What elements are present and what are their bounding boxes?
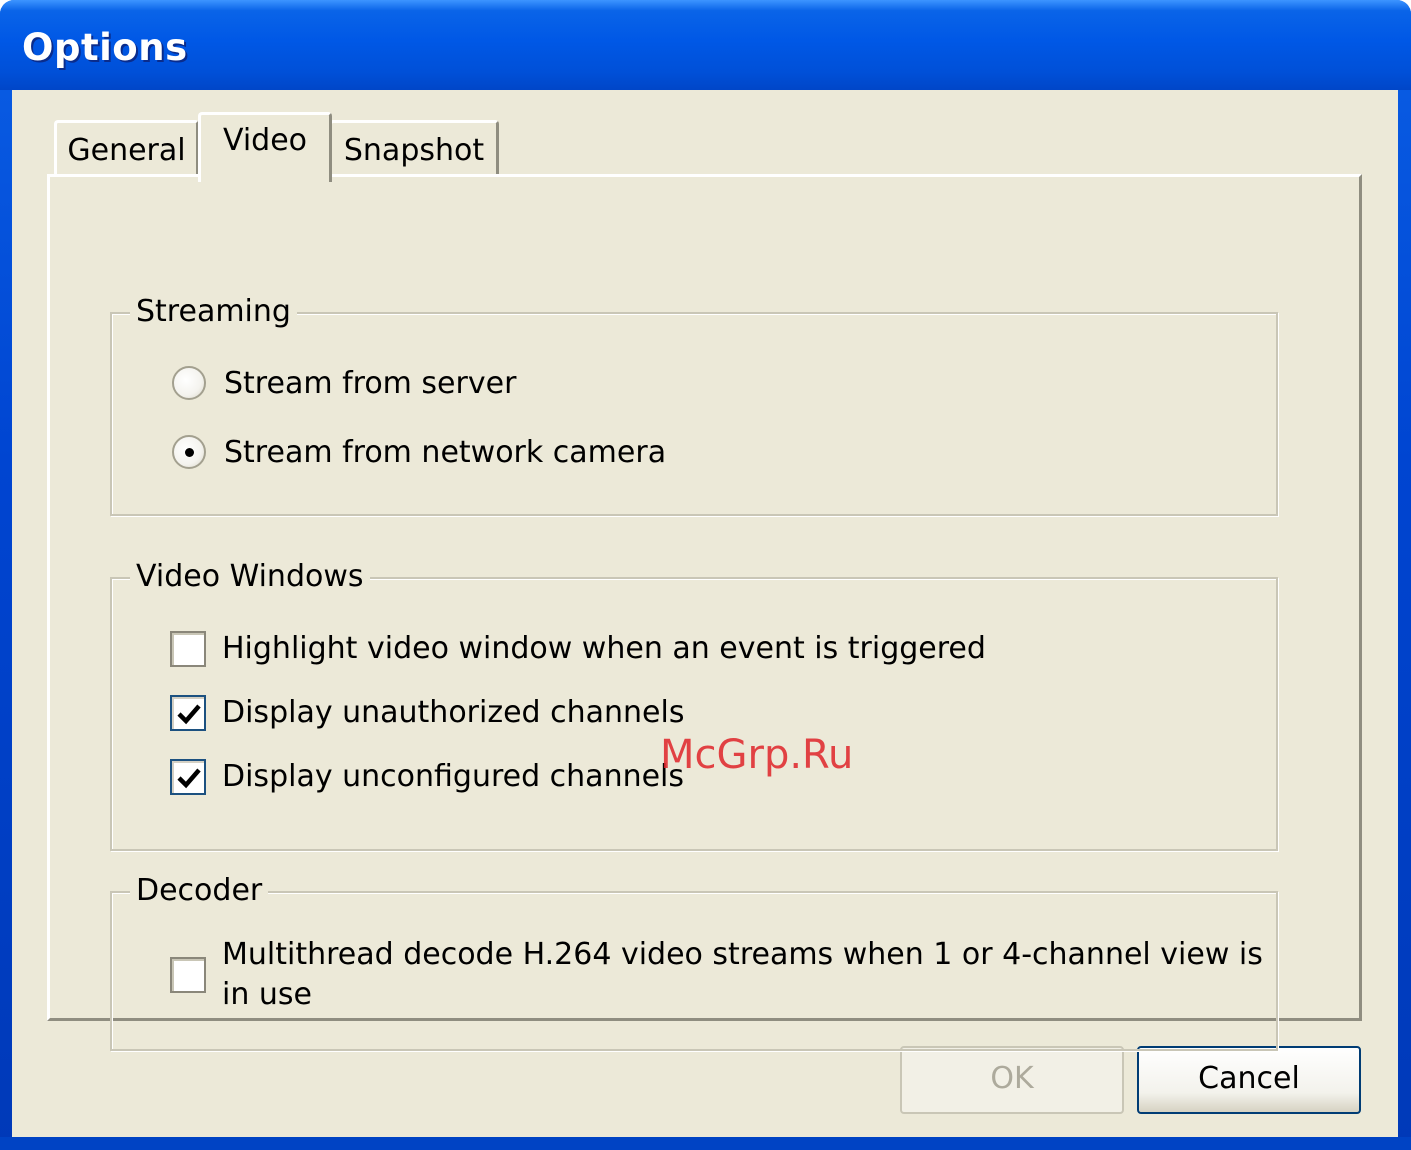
decoder-group: Decoder Multithread decode H.264 video s…: [110, 873, 1278, 1051]
tab-snapshot[interactable]: Snapshot: [329, 120, 499, 176]
radio-button-unselected[interactable]: [172, 366, 206, 400]
checkbox-checked[interactable]: [170, 695, 206, 731]
radio-dot-icon: [185, 448, 194, 457]
highlight-video-window-label: Highlight video window when an event is …: [222, 631, 986, 666]
checkbox-unchecked[interactable]: [170, 957, 206, 993]
tab-general[interactable]: General: [54, 120, 199, 176]
tab-video-label: Video: [222, 123, 308, 158]
tab-snapshot-label: Snapshot: [343, 133, 485, 168]
decoder-group-legend: Decoder: [130, 873, 269, 909]
multithread-decode-label-line2: in use: [222, 977, 312, 1012]
checkbox-checked[interactable]: [170, 759, 206, 795]
watermark: McGrp.Ru: [660, 732, 854, 778]
streaming-group: Streaming Stream from server Stream from…: [110, 294, 1278, 516]
checkbox-unchecked[interactable]: [170, 631, 206, 667]
video-tab-panel: Streaming Stream from server Stream from…: [47, 174, 1362, 1051]
multithread-decode-label-line1: Multithread decode H.264 video streams w…: [222, 937, 1263, 972]
stream-from-network-camera-label: Stream from network camera: [224, 435, 667, 470]
video-windows-group-legend: Video Windows: [130, 559, 370, 595]
dialog-client-area: General Snapshot Video Streaming Stream …: [12, 90, 1398, 1137]
window-title: Options: [22, 26, 188, 69]
checkmark-icon: [177, 768, 201, 789]
tab-general-label: General: [67, 133, 186, 168]
display-unauthorized-channels-label: Display unauthorized channels: [222, 695, 685, 730]
cancel-button[interactable]: Cancel: [1137, 1046, 1361, 1114]
options-dialog: Options General Snapshot Video Streaming…: [0, 0, 1411, 1150]
checkmark-icon: [177, 704, 201, 725]
tab-video[interactable]: Video: [198, 112, 332, 182]
video-windows-group: Video Windows Highlight video window whe…: [110, 559, 1278, 851]
streaming-group-legend: Streaming: [130, 294, 297, 330]
radio-button-selected[interactable]: [172, 435, 206, 469]
window-frame-bottom: [0, 1137, 1411, 1150]
title-bar[interactable]: Options: [0, 0, 1411, 90]
display-unconfigured-channels-label: Display unconfigured channels: [222, 759, 685, 794]
multithread-decode-checkbox[interactable]: Multithread decode H.264 video streams w…: [170, 935, 1263, 1015]
ok-button[interactable]: OK: [900, 1046, 1124, 1114]
stream-from-server-label: Stream from server: [224, 366, 517, 401]
